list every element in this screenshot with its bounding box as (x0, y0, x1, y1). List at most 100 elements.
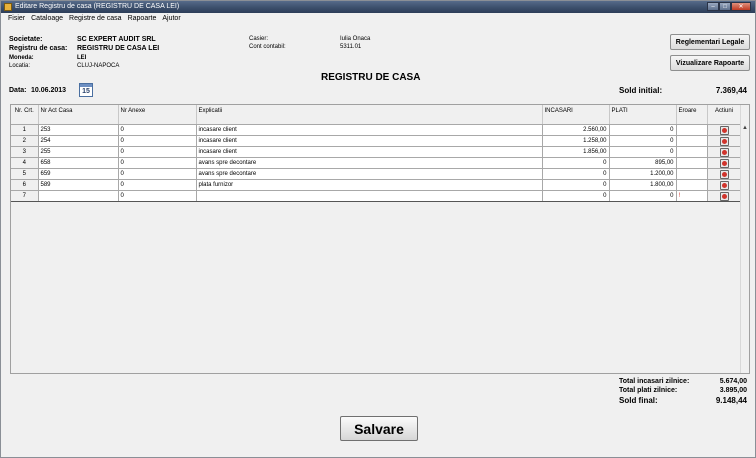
col-nr-crt: Nr. Crt. (11, 105, 39, 125)
cell-incasari[interactable]: 0 (542, 157, 610, 169)
total-plati-label: Total plati zilnice: (619, 387, 678, 394)
cell-eroare: ! (676, 190, 708, 202)
col-nr-act-casa: Nr Act Casa (38, 105, 119, 125)
cell-actiuni (707, 190, 742, 202)
vertical-scrollbar[interactable]: ▲ (740, 105, 749, 373)
cell-nr-anexe[interactable]: 0 (118, 179, 197, 191)
cell-incasari[interactable]: 1.258,00 (542, 135, 610, 147)
calendar-icon[interactable]: 15 (79, 83, 93, 97)
cell-nr-act-casa[interactable]: 254 (38, 135, 119, 147)
cell-nr-anexe[interactable]: 0 (118, 157, 197, 169)
col-explicatii: Explicatii (196, 105, 543, 125)
societate-label: Societate: (9, 36, 43, 43)
cell-nr: 6 (11, 179, 39, 191)
sold-final-value: 9.148,44 (715, 396, 747, 405)
cell-incasari[interactable]: 0 (542, 179, 610, 191)
cell-nr-act-casa[interactable]: 253 (38, 124, 119, 136)
cell-nr-act-casa[interactable]: 658 (38, 157, 119, 169)
scroll-up-arrow-icon[interactable]: ▲ (742, 125, 748, 131)
cell-plati[interactable]: 895,00 (609, 157, 677, 169)
delete-row-icon[interactable] (719, 191, 729, 200)
minimize-button[interactable]: – (707, 2, 719, 11)
locatia-value: CLUJ-NAPOCA (77, 63, 120, 69)
cell-nr-act-casa[interactable]: 589 (38, 179, 119, 191)
cell-plati[interactable]: 1.800,00 (609, 179, 677, 191)
cell-actiuni (707, 179, 742, 191)
menu-registre-de-casa[interactable]: Registre de casa (66, 13, 125, 24)
cell-incasari[interactable]: 0 (542, 168, 610, 180)
cell-explicatii[interactable]: plata furnizor (196, 179, 543, 191)
table-row: 7 0 0 0 ! (11, 190, 742, 202)
col-eroare: Eroare (676, 105, 708, 125)
cell-nr: 4 (11, 157, 39, 169)
maximize-button[interactable]: □ (719, 2, 731, 11)
societate-value: SC EXPERT AUDIT SRL (77, 36, 156, 43)
cell-nr-anexe[interactable]: 0 (118, 190, 197, 202)
col-nr-anexe: Nr Anexe (118, 105, 197, 125)
cell-plati[interactable]: 0 (609, 146, 677, 158)
cell-explicatii[interactable]: incasare client (196, 124, 543, 136)
cell-nr: 5 (11, 168, 39, 180)
locatia-label: Locatia: (9, 63, 31, 69)
delete-row-icon[interactable] (719, 147, 729, 156)
save-button[interactable]: Salvare (340, 416, 418, 441)
cell-actiuni (707, 135, 742, 147)
cell-nr-act-casa[interactable]: 255 (38, 146, 119, 158)
cell-explicatii[interactable] (196, 190, 543, 202)
total-incasari-value: 5.674,00 (719, 378, 747, 385)
cell-nr-act-casa[interactable] (38, 190, 119, 202)
sold-initial-value: 7.369,44 (715, 86, 747, 95)
menu-cataloage[interactable]: Cataloage (28, 13, 66, 24)
cell-nr-anexe[interactable]: 0 (118, 168, 197, 180)
menu-rapoarte[interactable]: Rapoarte (125, 13, 160, 24)
delete-row-icon[interactable] (719, 169, 729, 178)
cont-contabil-label: Cont contabil: (249, 44, 286, 50)
reglementari-legale-button[interactable]: Reglementari Legale (670, 34, 750, 50)
cell-plati[interactable]: 0 (609, 124, 677, 136)
cell-explicatii[interactable]: avans spre decontare (196, 157, 543, 169)
cell-explicatii[interactable]: incasare client (196, 135, 543, 147)
cell-plati[interactable]: 1.200,00 (609, 168, 677, 180)
cell-eroare (676, 146, 708, 158)
error-mark: ! (678, 192, 681, 199)
cell-plati[interactable]: 0 (609, 135, 677, 147)
total-incasari-label: Total incasari zilnice: (619, 378, 690, 385)
calendar-day: 15 (82, 88, 90, 95)
cell-nr-anexe[interactable]: 0 (118, 146, 197, 158)
cell-incasari[interactable]: 2.560,00 (542, 124, 610, 136)
cell-incasari[interactable]: 0 (542, 190, 610, 202)
delete-row-icon[interactable] (719, 136, 729, 145)
cell-nr-act-casa[interactable]: 659 (38, 168, 119, 180)
moneda-value: LEI (77, 55, 87, 61)
app-icon (4, 3, 12, 11)
cell-nr-anexe[interactable]: 0 (118, 124, 197, 136)
cell-eroare (676, 124, 708, 136)
data-value: 10.06.2013 (31, 87, 67, 94)
col-incasari: INCASARI (542, 105, 610, 125)
report-title: REGISTRU DE CASA (321, 72, 421, 83)
vizualizare-rapoarte-button[interactable]: Vizualizare Rapoarte (670, 55, 750, 71)
delete-row-icon[interactable] (719, 180, 729, 189)
cell-nr-anexe[interactable]: 0 (118, 135, 197, 147)
cell-eroare (676, 135, 708, 147)
cell-plati[interactable]: 0 (609, 190, 677, 202)
cell-eroare (676, 179, 708, 191)
delete-row-icon[interactable] (719, 158, 729, 167)
col-plati: PLATI (609, 105, 677, 125)
cell-explicatii[interactable]: incasare client (196, 146, 543, 158)
menu-fisier[interactable]: Fisier (5, 13, 28, 24)
transactions-table: Nr. Crt. Nr Act Casa Nr Anexe Explicatii… (11, 105, 742, 202)
menu-ajutor[interactable]: Ajutor (159, 13, 183, 24)
close-button[interactable]: ✕ (731, 2, 751, 11)
cell-actiuni (707, 124, 742, 136)
table-row: 5 659 0 avans spre decontare 0 1.200,00 (11, 168, 742, 180)
app-window: Editare Registru de casa (REGISTRU DE CA… (0, 0, 756, 458)
registru-label: Registru de casa: (9, 45, 68, 52)
table-row: 4 658 0 avans spre decontare 0 895,00 (11, 157, 742, 169)
total-plati-value: 3.895,00 (719, 387, 747, 394)
cell-explicatii[interactable]: avans spre decontare (196, 168, 543, 180)
casier-label: Casier: (249, 36, 269, 42)
cell-incasari[interactable]: 1.856,00 (542, 146, 610, 158)
col-actiuni: Actiuni (707, 105, 742, 125)
delete-row-icon[interactable] (719, 125, 729, 134)
